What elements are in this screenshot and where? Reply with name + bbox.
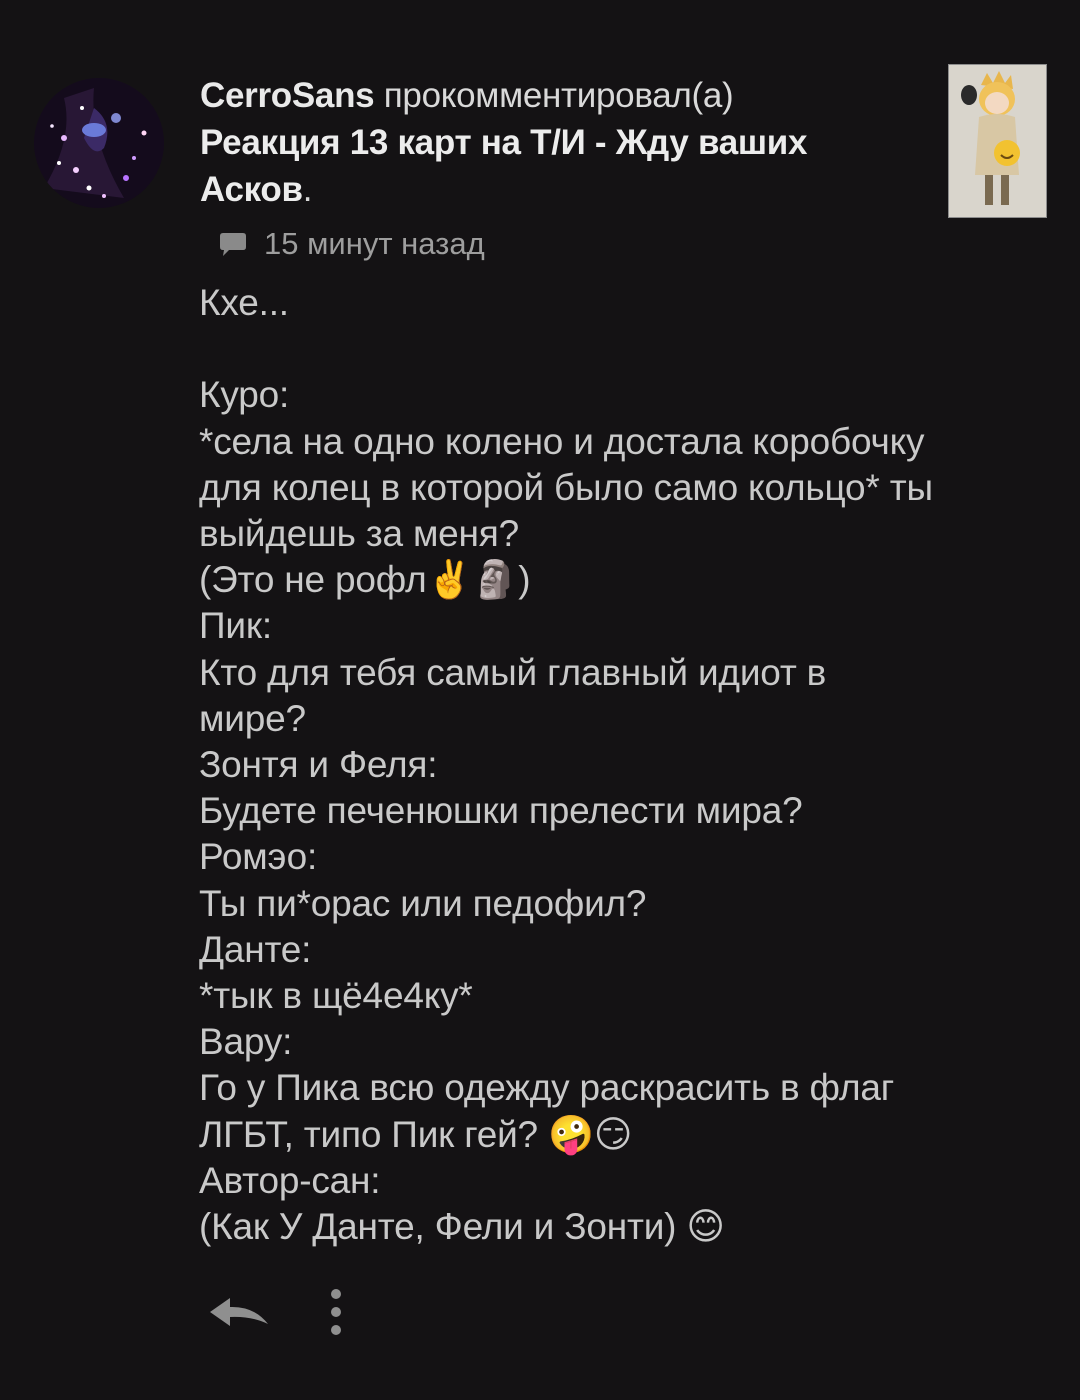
comment-header: CerroSans прокомментировал(а) Реакция 13… [200, 72, 900, 213]
avatar[interactable] [34, 78, 164, 208]
comment-actions [206, 1286, 346, 1338]
post-title-link[interactable]: Реакция 13 карт на Т/И - Жду ваших Асков [200, 123, 807, 209]
reply-icon[interactable] [206, 1292, 272, 1332]
comment-icon [216, 227, 250, 261]
comment-timestamp: 15 минут назад [264, 226, 485, 261]
comment-action-text: прокомментировал(а) [374, 76, 734, 115]
post-thumbnail[interactable] [948, 64, 1047, 218]
author-name[interactable]: CerroSans [200, 76, 375, 115]
title-period: . [302, 170, 313, 209]
comment-body: Кхе... Куро: *села на одно колено и дост… [199, 282, 933, 1248]
comment-meta: 15 минут назад [216, 224, 485, 264]
more-icon[interactable] [326, 1286, 346, 1338]
